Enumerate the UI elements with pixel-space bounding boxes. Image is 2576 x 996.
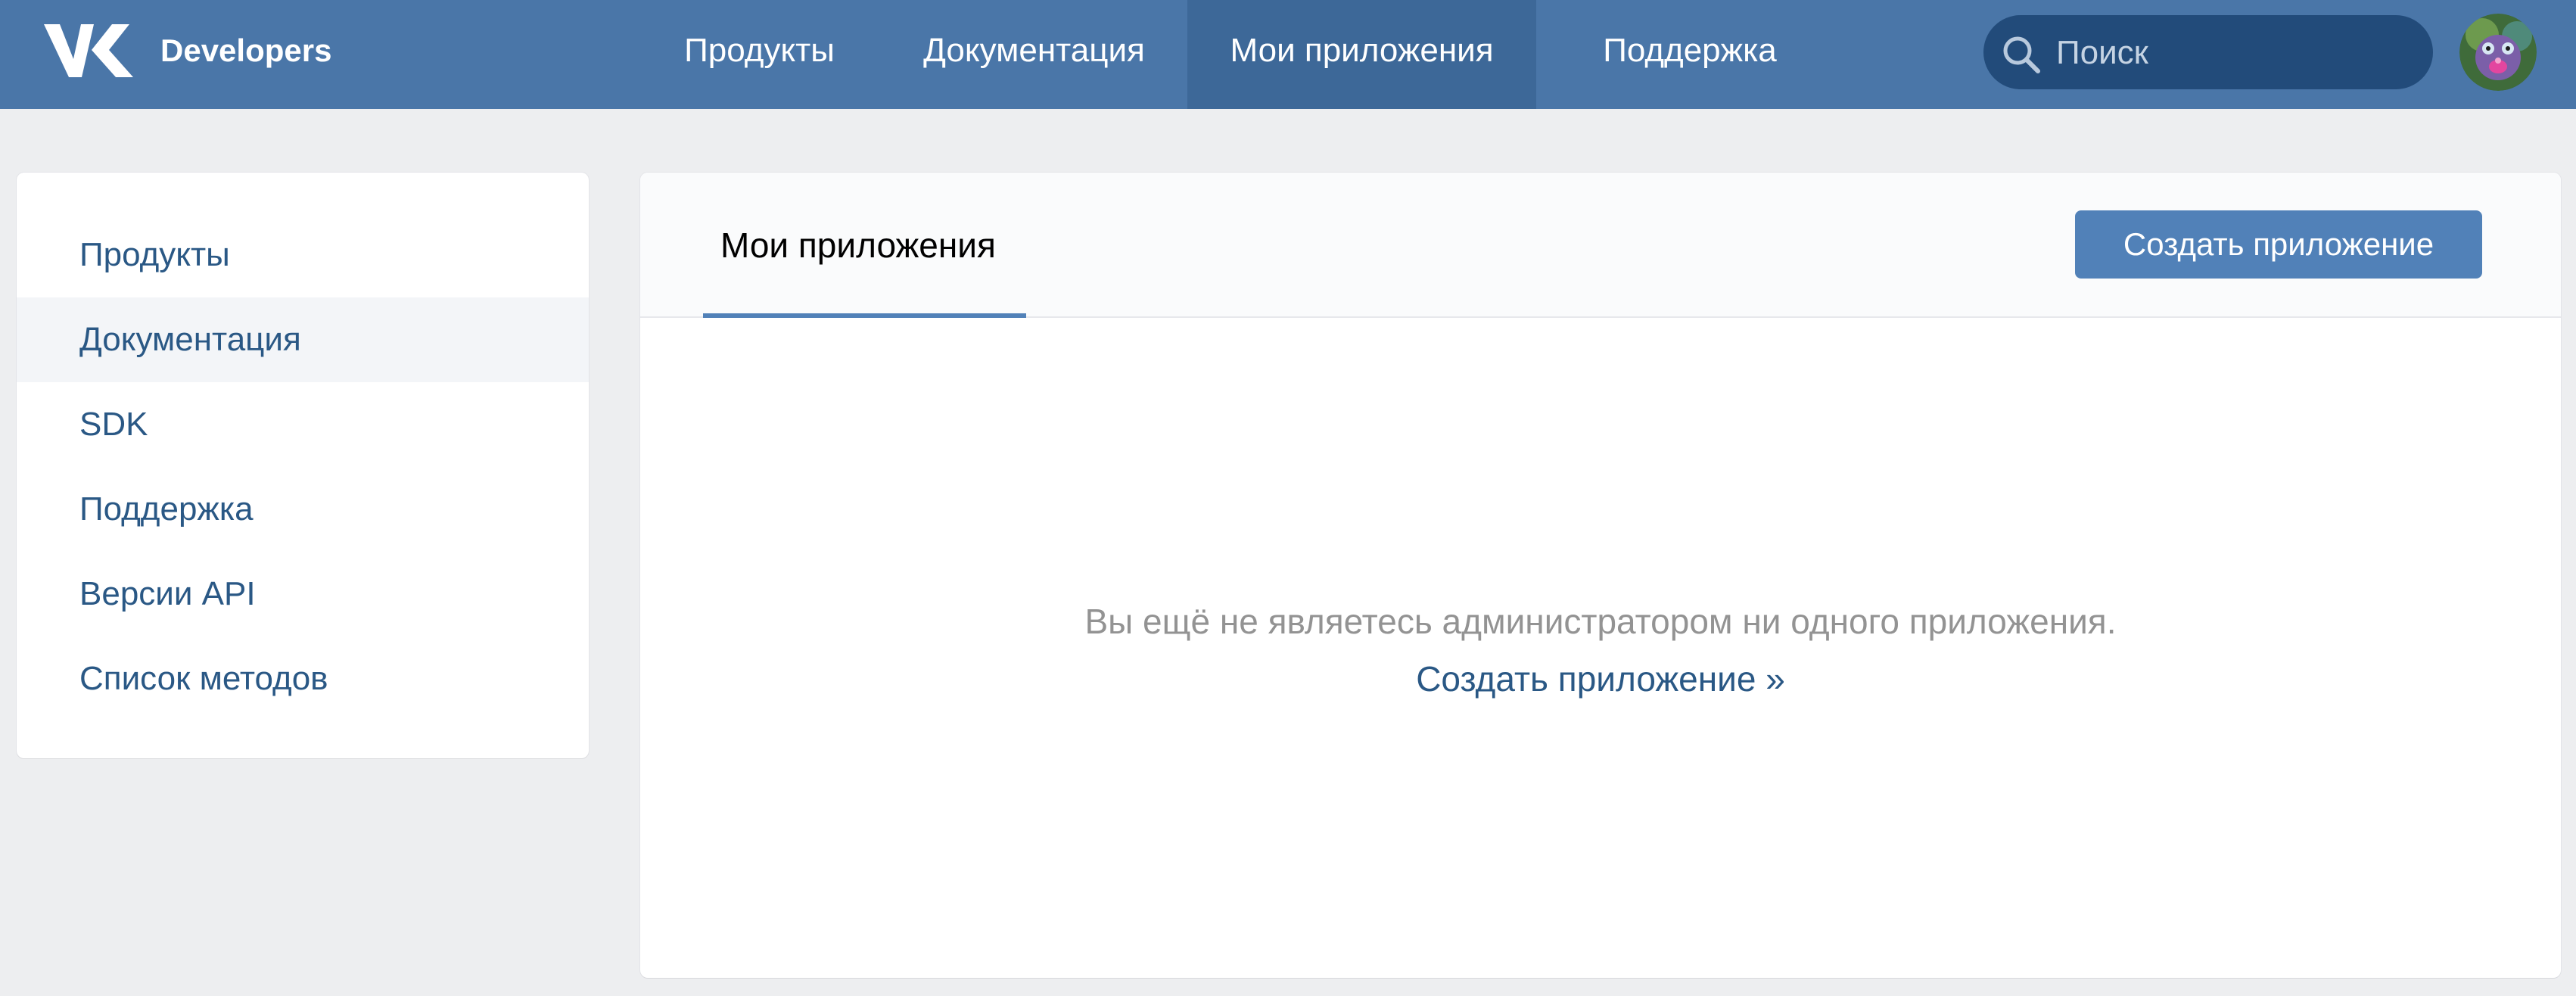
nav-my-apps[interactable]: Мои приложения	[1187, 0, 1536, 109]
nav-documentation[interactable]: Документация	[895, 0, 1173, 109]
search-input[interactable]	[2056, 32, 2412, 74]
panel-header: Мои приложения Создать приложение	[640, 173, 2561, 318]
sidebar-item-method-list[interactable]: Список методов	[17, 637, 589, 721]
avatar-image	[2459, 14, 2537, 91]
top-header: Developers Продукты Документация Мои при…	[0, 0, 2576, 109]
brand-name[interactable]: Developers	[160, 29, 331, 73]
sidebar-item-documentation[interactable]: Документация	[17, 297, 589, 382]
create-app-link[interactable]: Создать приложение »	[1416, 659, 1785, 699]
search-box[interactable]	[1983, 15, 2433, 89]
nav-products[interactable]: Продукты	[663, 0, 856, 109]
create-app-button[interactable]: Создать приложение	[2075, 210, 2482, 279]
sidebar-item-api-versions[interactable]: Версии API	[17, 552, 589, 637]
sidebar-item-sdk[interactable]: SDK	[17, 382, 589, 467]
sidebar-item-support[interactable]: Поддержка	[17, 467, 589, 552]
tab-label: Мои приложения	[720, 226, 996, 265]
nav-support[interactable]: Поддержка	[1560, 0, 1820, 109]
sidebar-item-products[interactable]: Продукты	[17, 213, 589, 297]
create-app-link-row: Создать приложение »	[640, 654, 2561, 704]
tab-my-apps[interactable]: Мои приложения	[703, 173, 1026, 318]
search-icon	[2003, 36, 2040, 73]
user-avatar[interactable]	[2459, 14, 2537, 91]
sidebar-menu: Продукты Документация SDK Поддержка Верс…	[17, 173, 589, 758]
main-panel: Мои приложения Создать приложение Вы ещё…	[640, 173, 2561, 978]
empty-state-message: Вы ещё не являетесь администратором ни о…	[1084, 602, 2117, 641]
vk-logo-icon[interactable]	[44, 23, 133, 79]
